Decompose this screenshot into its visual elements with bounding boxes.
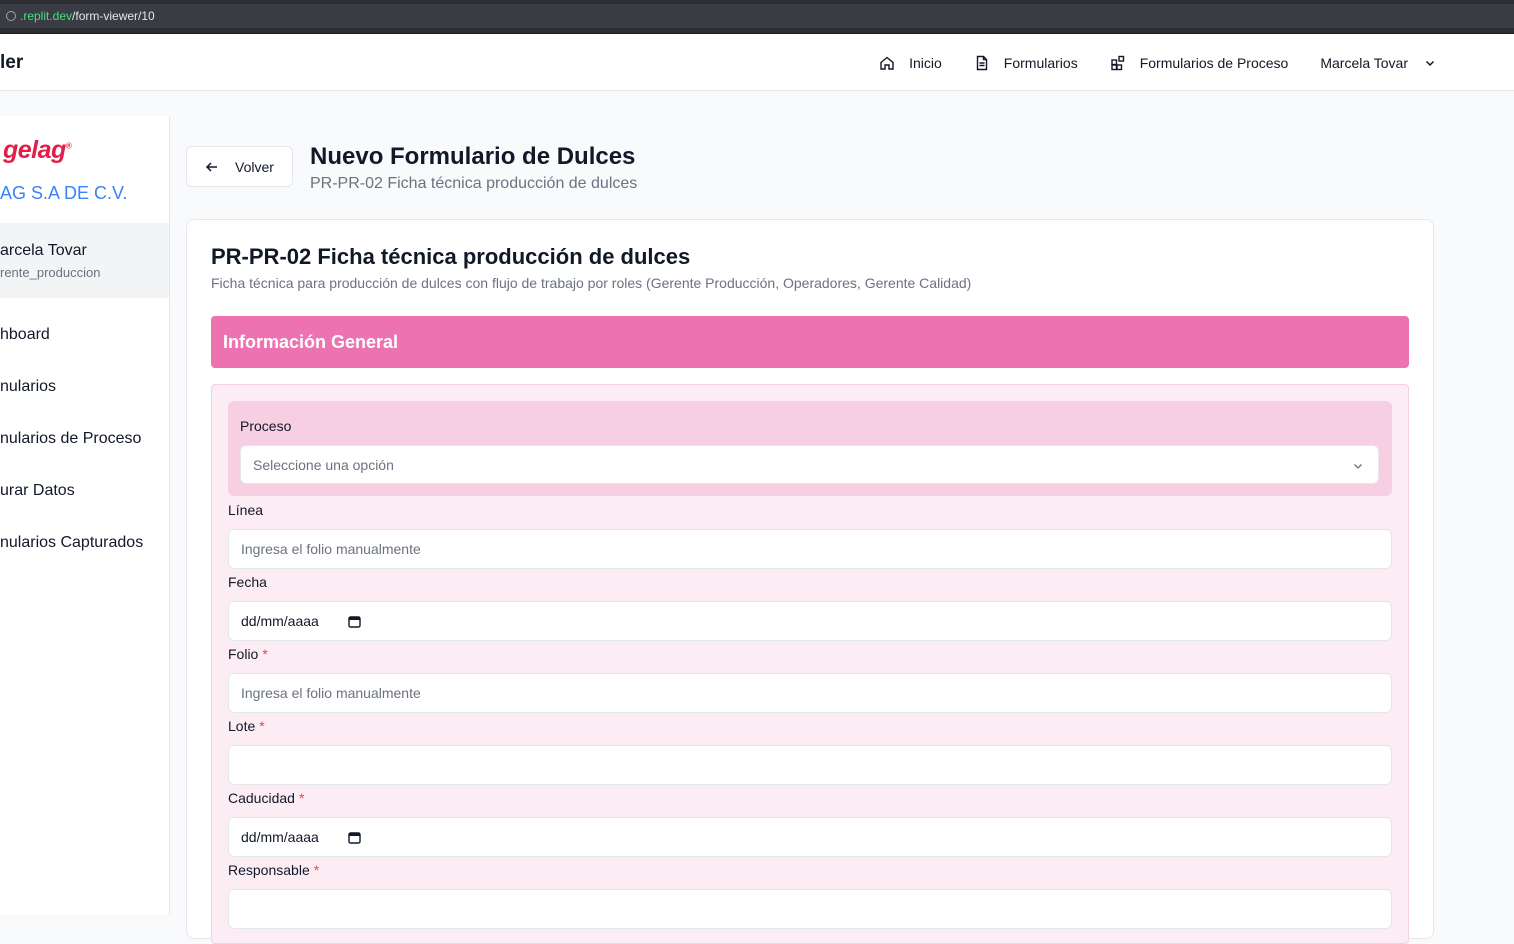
sidebar-user-role: rente_produccion [0,265,101,280]
page-subtitle: PR-PR-02 Ficha técnica producción de dul… [310,175,638,192]
lote-input[interactable] [228,745,1392,785]
nav-formularios-label: Formularios [1003,54,1078,71]
folio-placeholder: Ingresa el folio manualmente [241,685,421,701]
calendar-icon[interactable] [348,615,361,628]
section-body: Proceso Seleccione una opción Línea Ingr… [211,384,1409,944]
form-card: PR-PR-02 Ficha técnica producción de dul… [186,219,1434,944]
sidebar-user-card: arcela Tovar rente_produccion [0,223,169,298]
folio-input[interactable]: Ingresa el folio manualmente [228,673,1392,713]
user-menu-name: Marcela Tovar [1320,54,1408,71]
proceso-field-group: Proceso Seleccione una opción [228,401,1392,496]
required-marker: * [298,790,305,806]
responsable-label: Responsable * [228,862,320,878]
fecha-date-input[interactable]: dd/mm/aaaa [228,601,1392,641]
chevron-down-icon [1354,464,1362,469]
top-navigation: ler Inicio Formularios Formularios de Pr… [0,34,1514,91]
linea-label: Línea [228,502,264,518]
sidebar-item-capturar-datos[interactable]: urar Datos [0,482,169,534]
sidebar-item-formularios-proceso[interactable]: nularios de Proceso [0,430,169,482]
fecha-value: dd/mm/aaaa [241,613,319,629]
chevron-down-icon [1425,60,1435,66]
company-name: AG S.A DE C.V. [0,183,128,203]
form-title: PR-PR-02 Ficha técnica producción de dul… [211,244,691,269]
required-marker: * [259,718,265,734]
proceso-label: Proceso [240,418,292,434]
section-header[interactable]: Información General [211,316,1409,368]
arrow-left-icon [205,161,217,172]
caducidad-date-input[interactable]: dd/mm/aaaa [228,817,1392,857]
sidebar-item-dashboard[interactable]: hboard [0,326,169,378]
nav-inicio-label: Inicio [909,54,942,71]
folio-label: Folio * [228,646,268,662]
url-domain: .replit.dev [20,9,73,23]
sidebar-user-name: arcela Tovar [0,242,87,259]
nav-inicio[interactable]: Inicio [879,55,942,71]
calendar-icon[interactable] [348,831,361,844]
back-button-label: Volver [235,158,274,175]
nav-items: Inicio Formularios Formularios de Proces… [847,34,1514,91]
required-marker: * [262,646,268,662]
linea-input[interactable]: Ingresa el folio manualmente [228,529,1392,569]
linea-placeholder: Ingresa el folio manualmente [241,541,421,557]
sidebar: gelag® AG S.A DE C.V. arcela Tovar rente… [0,116,170,915]
home-icon [880,56,894,70]
nav-formularios[interactable]: Formularios [974,55,1078,71]
user-menu[interactable]: Marcela Tovar [1320,55,1436,71]
back-button[interactable]: Volver [186,146,293,187]
lote-label: Lote * [228,718,265,734]
company-logo: gelag® [3,136,72,164]
browser-url-bar: .replit.dev /form-viewer/10 [0,0,1514,34]
url-path: /form-viewer/10 [72,9,155,23]
nav-formularios-proceso[interactable]: Formularios de Proceso [1110,54,1289,71]
required-marker: * [313,862,320,878]
proceso-select[interactable]: Seleccione una opción [240,445,1379,484]
sidebar-item-formularios[interactable]: nularios [0,378,169,430]
responsable-input[interactable] [228,889,1392,929]
nav-formularios-proceso-label: Formularios de Proceso [1139,54,1289,71]
page-title: Nuevo Formulario de Dulces [310,143,636,170]
caducidad-label: Caducidad * [228,790,305,806]
app-brand: ler [0,52,24,73]
sidebar-nav: hboard nularios nularios de Proceso urar… [0,326,169,586]
form-description: Ficha técnica para producción de dulces … [211,275,972,291]
url-field[interactable]: .replit.dev /form-viewer/10 [0,4,1514,28]
caducidad-value: dd/mm/aaaa [241,829,319,845]
blocks-icon [1111,55,1124,70]
sidebar-item-formularios-capturados[interactable]: nularios Capturados [0,534,169,586]
fecha-label: Fecha [228,574,267,590]
link-icon [3,8,19,24]
document-icon [976,55,987,70]
proceso-select-value: Seleccione una opción [253,457,394,473]
